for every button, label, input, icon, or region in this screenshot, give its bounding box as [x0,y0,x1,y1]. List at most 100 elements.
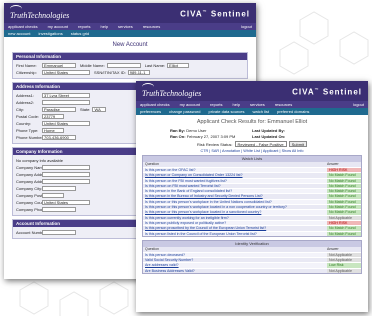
question-link[interactable]: Is this person listed in the Council of … [143,232,327,236]
subnav-preferences[interactable]: preferences [140,109,161,114]
question-link[interactable]: Is this person currently working for an … [143,216,327,220]
answer-badge: HIGH RISK [327,220,361,226]
question-link[interactable]: Is this person in the Bank of England co… [143,189,327,193]
last-updated-by: Last Updated By: [252,128,285,133]
table-row: Is this person on the FBI most wanted fu… [143,177,361,183]
table-row: Are addresses valid? Low Risk [143,262,361,268]
results-title: Applicant Check Results for: Emmanuel El… [196,119,308,125]
nav-services[interactable]: services [118,24,133,29]
ssn-field[interactable]: 989-11-1 [127,69,150,75]
company-phone-label: Company Phone: [16,206,42,212]
subnav-private-data-sources[interactable]: private data sources [208,109,244,114]
company-name-field[interactable] [42,164,90,170]
answer-badge: Not Applicable [327,268,361,274]
company-address2-field[interactable] [42,178,90,184]
country-label: Country: [16,120,32,126]
subnav-investigations[interactable]: investigations [38,31,62,36]
action-links[interactable]: CTR | SAR | Annotation | White List | Ap… [136,149,368,153]
question-link[interactable]: Is this person or Company on Consolidate… [143,173,327,177]
postal-code-field[interactable]: 23779 [42,113,64,119]
risk-review-status-row: Risk Review Status: Reviewed - False Pos… [136,141,368,147]
question-link[interactable]: Is this person deceased? [143,253,327,257]
risk-status-select[interactable]: Reviewed - False Positive [234,141,287,147]
city-field[interactable]: Paradise [42,106,76,112]
form-title: New Account [112,42,148,48]
company-postal-code-field[interactable] [42,192,64,198]
address1-field[interactable]: 37 Lyra Street [42,92,90,98]
section-heading: Personal Information [13,53,247,60]
table-row: Is this person publicly exposed or polit… [143,219,361,226]
nav-reports[interactable]: reports [78,24,90,29]
watch-lists-table: Watch Lists Question Answer Is this perso… [142,155,362,237]
company-phone-field[interactable] [42,206,76,212]
identity-verification-table: Identity Verification Question Answer Is … [142,239,362,275]
last-name-field[interactable]: Elliot [167,62,190,68]
account-number-label: Account Number: [16,229,42,235]
country-select[interactable]: United States [42,120,90,126]
table-row: Valid Social Security Number? Not Applica… [143,257,361,263]
company-address1-field[interactable] [42,171,90,177]
answer-badge: HIGH RISK [327,168,361,173]
nav-help[interactable]: help [232,102,240,107]
subnav-preferred-domains[interactable]: preferred domains [277,109,309,114]
address2-field[interactable] [42,99,90,105]
question-link[interactable]: Are Business Addresses Valid? [143,269,327,273]
answer-badge: No Match Found [327,231,361,236]
subnav-change-password[interactable]: change password [169,109,200,114]
nav-reports[interactable]: reports [210,102,222,107]
company-country-select[interactable]: United States [42,199,90,205]
answer-badge: No Match Found [327,194,361,199]
question-link[interactable]: Is this person on FBI most wanted Terror… [143,184,327,188]
company-logo-text: TruthTechnologies [142,89,202,98]
question-link[interactable]: Is this person proscribed by the Council… [143,226,327,230]
city-label: City: [16,106,24,112]
nav-my-account[interactable]: my account [48,24,68,29]
risk-status-submit-button[interactable]: Submit [288,141,308,147]
product-name: CIVA™ Sentinel [180,9,250,19]
answer-badge: No Match Found [327,173,361,178]
nav-logout[interactable]: logout [353,102,364,107]
nav-services[interactable]: services [250,102,265,107]
phone-type-select[interactable]: Home [42,127,64,133]
nav-applicant-checks[interactable]: applicant checks [8,24,38,29]
phone-number-field[interactable]: 703-436-6900 [42,134,76,140]
answer-badge: Not Applicable [327,252,361,258]
subnav-watch-list[interactable]: watch list [253,109,269,114]
middle-name-field[interactable] [106,62,141,68]
nav-logout[interactable]: logout [241,24,252,29]
primary-nav: applicant checks my account reports help… [136,101,368,108]
nav-my-account[interactable]: my account [180,102,200,107]
question-link[interactable]: Is this person on the FBI most wanted fu… [143,179,327,183]
secondary-nav: preferences change password private data… [136,108,368,115]
answer-badge: No Match Found [327,226,361,231]
nav-resources[interactable]: resources [275,102,293,107]
question-link[interactable]: Valid Social Security Number? [143,258,327,262]
app-header: TruthTechnologies CIVA™ Sentinel applica… [136,81,368,115]
address2-label: Address2: [16,99,35,105]
first-name-field[interactable]: Emmanuel [42,62,76,68]
citizenship-select[interactable]: United States [42,69,90,75]
company-city-field[interactable] [42,185,76,191]
nav-resources[interactable]: resources [143,24,161,29]
no-company-checkbox-label[interactable]: No company info available [16,158,63,163]
question-link[interactable]: Is this person or this person's workplac… [143,205,327,209]
nav-applicant-checks[interactable]: applicant checks [140,102,170,107]
question-link[interactable]: Is this person in the Bureau of Industry… [143,194,327,198]
subnav-status-grid[interactable]: status grid [71,31,89,36]
state-field[interactable]: WA [92,106,107,112]
primary-nav: applicant checks my account reports help… [4,23,256,30]
question-link[interactable]: Is this person or this person's workplac… [143,200,327,204]
nav-help[interactable]: help [100,24,108,29]
table-column-headers: Question Answer [143,246,361,252]
account-number-field[interactable] [42,229,76,235]
question-link[interactable]: Is this person or this person's workplac… [143,210,327,214]
question-link[interactable]: Are addresses valid? [143,263,327,267]
table-row: Is this person on the OFAC list? HIGH RIS… [143,167,361,173]
product-name: CIVA™ Sentinel [292,87,362,97]
answer-badge: Not Applicable [327,258,361,263]
address1-label: Address1: [16,92,35,98]
table-row: Is this person deceased? Not Applicable [143,251,361,258]
question-link[interactable]: Is this person publicly exposed or polit… [143,221,327,225]
question-link[interactable]: Is this person on the OFAC list? [143,168,327,172]
subnav-new-account[interactable]: new account [8,31,30,36]
